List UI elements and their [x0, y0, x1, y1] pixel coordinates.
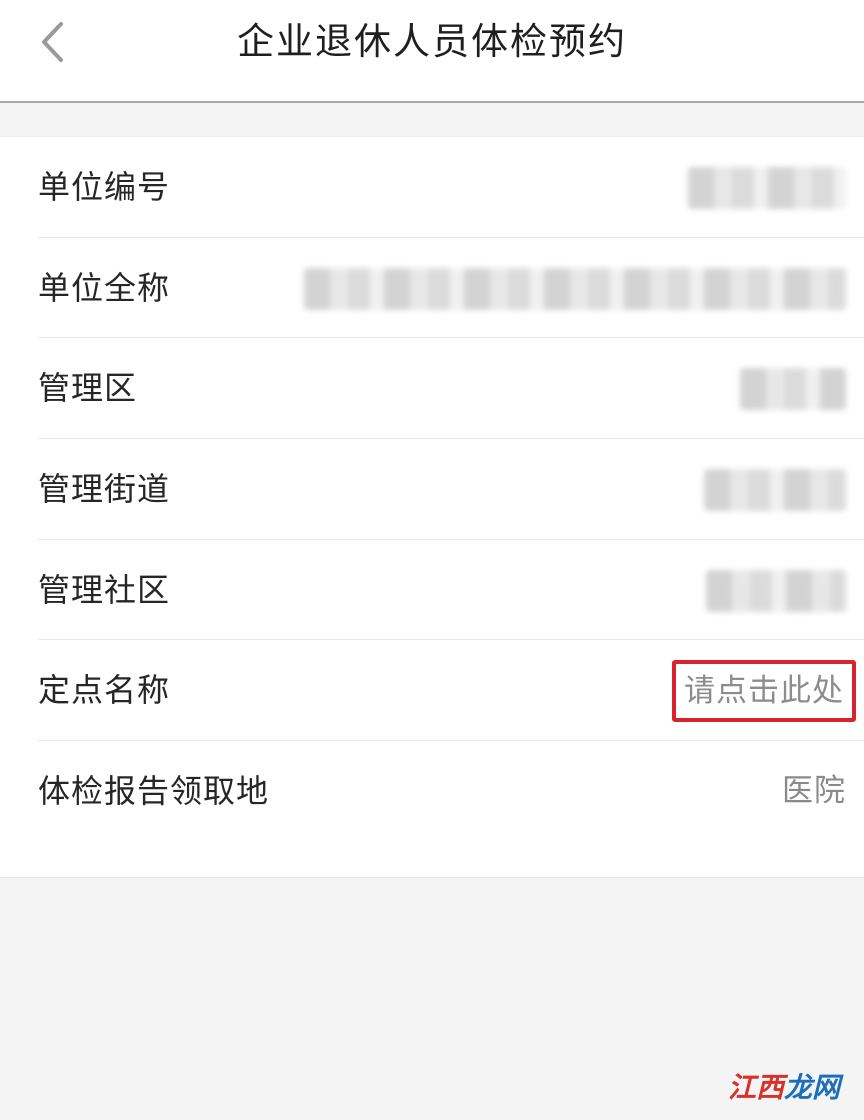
row-label: 管理社区 — [38, 570, 171, 609]
redacted-value — [740, 368, 846, 411]
form-row-street: 管理街道 — [38, 439, 864, 540]
row-label: 单位编号 — [38, 168, 171, 206]
row-label: 定点名称 — [38, 671, 171, 710]
watermark-part-b: 龙网 — [784, 1071, 841, 1104]
row-label: 管理街道 — [38, 470, 171, 509]
form-row-unit-id: 单位编号 — [38, 137, 864, 238]
info-form: 单位编号 单位全称 管理区 管理街道 管理社区 定点名称 请点击此处 体检报告领… — [0, 136, 864, 878]
form-row-unit-name: 单位全称 — [38, 238, 864, 339]
report-pickup-value: 医院 — [782, 773, 846, 810]
form-row-checkup-site[interactable]: 定点名称 请点击此处 — [38, 640, 864, 742]
form-row-report-pickup: 体检报告领取地 医院 — [38, 741, 864, 842]
redacted-value — [304, 267, 846, 310]
form-row-district: 管理区 — [38, 338, 864, 440]
app-header: 企业退休人员体检预约 — [0, 0, 864, 103]
row-label: 体检报告领取地 — [38, 772, 270, 811]
redacted-value — [706, 569, 846, 612]
row-label: 管理区 — [38, 369, 138, 408]
select-site-button[interactable]: 请点击此处 — [672, 660, 856, 723]
form-row-community: 管理社区 — [38, 540, 864, 641]
redacted-value — [688, 167, 846, 209]
redacted-value — [704, 469, 846, 512]
watermark: 江西龙网 — [728, 1068, 840, 1108]
row-label: 单位全称 — [38, 268, 171, 307]
page-title: 企业退休人员体检预约 — [237, 20, 627, 63]
watermark-part-a: 江西 — [728, 1071, 785, 1104]
